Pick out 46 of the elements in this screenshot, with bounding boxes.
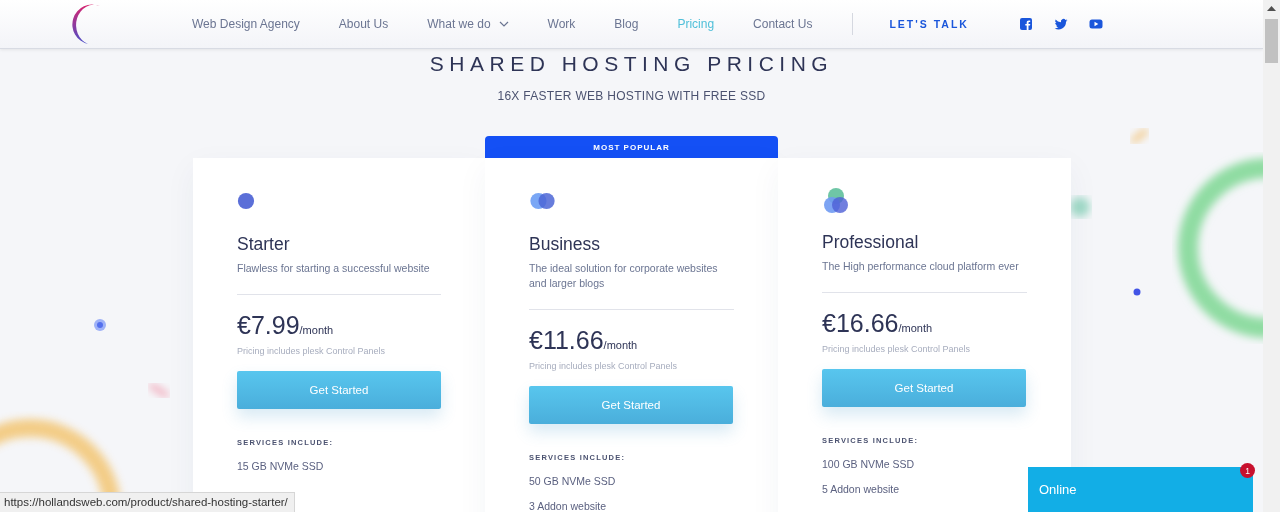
ring-dot-shape: [94, 319, 106, 331]
feature-item: 5 Addon website: [822, 483, 901, 495]
plan-description: The ideal solution for corporate websites and larger blogs: [529, 261, 719, 291]
nav-link[interactable]: Blog: [614, 17, 639, 31]
plan-price: €16.66: [822, 309, 899, 337]
plan-name: Business: [529, 234, 601, 255]
status-bar-url: https://hollandsweb.com/product/shared-hosting-starter/: [0, 492, 295, 512]
plan-name: Professional: [822, 232, 920, 253]
plan-name: Starter: [237, 234, 291, 255]
pricing-note: Pricing includes plesk Control Panels: [237, 346, 387, 356]
scrollbar[interactable]: [1263, 0, 1280, 512]
plan-description: The High performance cloud platform ever: [822, 259, 1020, 274]
facebook-icon[interactable]: [1018, 17, 1033, 31]
nav-link[interactable]: Work: [547, 17, 576, 31]
plan-description: Flawless for starting a successful website: [237, 261, 431, 276]
feature-item: 100 GB NVMe SSD: [822, 458, 916, 470]
lets-talk-link[interactable]: LET'S TALK: [889, 18, 969, 30]
plan-price: €7.99: [237, 311, 300, 339]
price-period: /month: [898, 322, 933, 334]
notification-badge: 1: [1240, 463, 1255, 478]
scrollbar-thumb[interactable]: [1265, 19, 1278, 63]
plan-circles-icon: [822, 187, 850, 214]
dash-shape: [1130, 128, 1149, 144]
nav-link[interactable]: Web Design Agency: [192, 17, 300, 31]
dot-shape: [1133, 288, 1141, 296]
pricing-note: Pricing includes plesk Control Panels: [529, 361, 679, 371]
price-period: /month: [603, 339, 638, 351]
youtube-icon[interactable]: [1088, 17, 1103, 31]
dash-shape: [148, 383, 170, 398]
plan-circles-icon: [237, 192, 255, 210]
most-popular-badge: MOST POPULAR: [485, 136, 778, 158]
price-period: /month: [299, 324, 334, 336]
twitter-icon[interactable]: [1053, 17, 1068, 31]
nav-link[interactable]: About Us: [338, 17, 389, 31]
chevron-down-icon: [498, 21, 509, 27]
plan-price: €11.66: [529, 326, 604, 354]
feature-item: 50 GB NVMe SSD: [529, 475, 617, 487]
page-title: SHARED HOSTING PRICING: [429, 52, 834, 76]
feature-item: 3 Addon website: [529, 500, 608, 512]
page-subtitle: 16X FASTER WEB HOSTING WITH FREE SSD: [497, 89, 766, 103]
dot-shape: [1070, 197, 1090, 217]
pricing-note: Pricing includes plesk Control Panels: [822, 344, 972, 354]
plan-circles-icon: [529, 192, 556, 210]
nav-link[interactable]: What we do: [427, 17, 509, 31]
feature-item: 15 GB NVMe SSD: [237, 460, 325, 472]
nav-link[interactable]: Contact Us: [753, 17, 813, 31]
